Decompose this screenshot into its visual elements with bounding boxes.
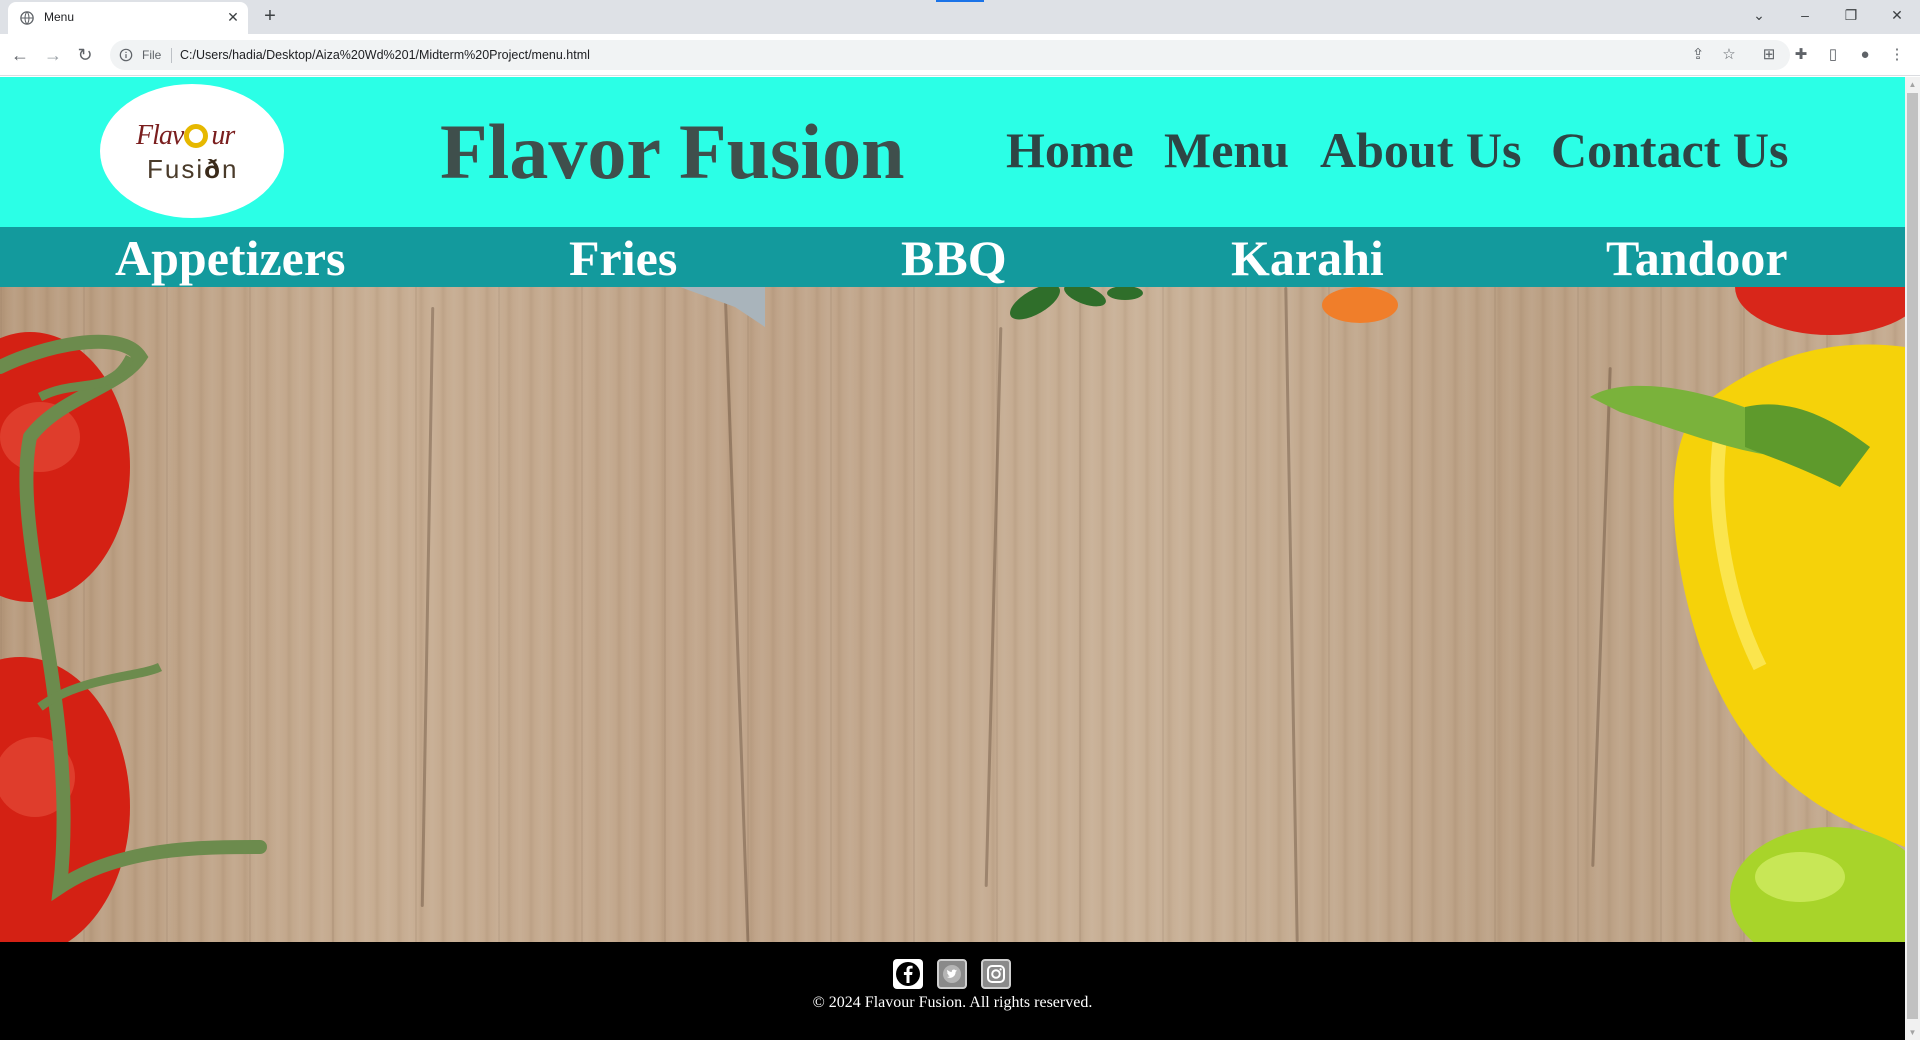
herb-leaves <box>1010 287 1143 320</box>
logo-ring-icon <box>184 124 208 148</box>
nav-menu-link[interactable]: Menu <box>1164 121 1289 179</box>
media-controls-icon[interactable]: ⊞ <box>1757 43 1781 67</box>
logo-text-bottom: Fusiðn <box>147 154 239 184</box>
tomato-top-right <box>1735 287 1905 335</box>
restore-icon[interactable]: ❐ <box>1838 3 1864 27</box>
minimize-icon[interactable]: – <box>1792 3 1818 27</box>
tab-title: Menu <box>44 10 75 24</box>
browser-toolbar: ← → ↻ File C:/Users/hadia/Desktop/Aiza%2… <box>0 34 1920 76</box>
hero-background-image <box>0 287 1905 942</box>
page-viewport: Flav ur Fusiðn Flavor Fusion Home Menu Ab… <box>0 77 1905 1040</box>
category-bbq[interactable]: BBQ <box>901 229 1007 287</box>
nav-about-link[interactable]: About Us <box>1320 121 1521 179</box>
extensions-puzzle-icon[interactable]: ✚ <box>1789 43 1813 67</box>
site-header: Flav ur Fusiðn Flavor Fusion Home Menu Ab… <box>0 77 1905 227</box>
tab-strip: Menu ✕ + ⌄ – ❐ ✕ <box>0 0 1920 34</box>
reload-icon[interactable]: ↻ <box>73 43 97 67</box>
instagram-icon[interactable] <box>981 959 1011 989</box>
url-divider <box>171 48 172 63</box>
profile-avatar-icon[interactable]: ● <box>1853 43 1877 67</box>
back-arrow-icon[interactable]: ← <box>8 43 32 67</box>
bookmark-star-icon[interactable]: ☆ <box>1717 43 1741 67</box>
tab-search-indicator <box>936 0 984 2</box>
browser-tab[interactable]: Menu ✕ <box>8 2 248 34</box>
info-icon[interactable] <box>119 48 133 62</box>
copyright-text: © 2024 Flavour Fusion. All rights reserv… <box>812 994 1093 1011</box>
address-bar[interactable]: File C:/Users/hadia/Desktop/Aiza%20Wd%20… <box>110 40 1790 70</box>
category-appetizers[interactable]: Appetizers <box>115 229 346 287</box>
nav-contact-link[interactable]: Contact Us <box>1551 121 1788 179</box>
category-bar: Appetizers Fries BBQ Karahi Tandoor <box>0 227 1905 287</box>
globe-icon <box>20 11 34 25</box>
tomatoes-left <box>0 332 267 942</box>
window-close-icon[interactable]: ✕ <box>1884 3 1910 27</box>
site-footer: © 2024 Flavour Fusion. All rights reserv… <box>0 942 1905 1040</box>
side-panel-icon[interactable]: ▯ <box>1821 43 1845 67</box>
site-logo[interactable]: Flav ur Fusiðn <box>100 84 284 218</box>
nav-home-link[interactable]: Home <box>1006 121 1134 179</box>
vegetables-decoration <box>0 287 1905 942</box>
green-pepper-highlight <box>1755 852 1845 902</box>
facebook-glyph <box>896 962 920 986</box>
scroll-up-arrow-icon[interactable]: ▲ <box>1905 77 1920 92</box>
tab-search-chevron-icon[interactable]: ⌄ <box>1746 3 1772 27</box>
category-karahi[interactable]: Karahi <box>1231 229 1384 287</box>
page-scrollbar[interactable]: ▲ ▼ <box>1905 77 1920 1040</box>
facebook-icon[interactable] <box>893 959 923 989</box>
tab-close-icon[interactable]: ✕ <box>224 8 242 26</box>
forward-arrow-icon[interactable]: → <box>41 43 65 67</box>
file-label: File <box>142 48 162 62</box>
yellow-pepper <box>1590 344 1905 847</box>
twitter-glyph <box>943 965 961 983</box>
chilli-shape <box>1322 287 1398 323</box>
scroll-down-arrow-icon[interactable]: ▼ <box>1905 1025 1920 1040</box>
url-text[interactable]: C:/Users/hadia/Desktop/Aiza%20Wd%201/Mid… <box>180 48 590 62</box>
category-tandoor[interactable]: Tandoor <box>1606 229 1788 287</box>
share-icon[interactable]: ⇪ <box>1686 43 1710 67</box>
new-tab-icon[interactable]: + <box>258 5 282 29</box>
browser-menu-icon[interactable]: ⋮ <box>1885 43 1909 67</box>
site-title: Flavor Fusion <box>440 108 905 195</box>
twitter-icon[interactable] <box>937 959 967 989</box>
scrollbar-thumb[interactable] <box>1907 93 1918 1019</box>
category-fries[interactable]: Fries <box>569 229 677 287</box>
knife-shape <box>680 287 765 327</box>
instagram-glyph <box>987 965 1005 983</box>
